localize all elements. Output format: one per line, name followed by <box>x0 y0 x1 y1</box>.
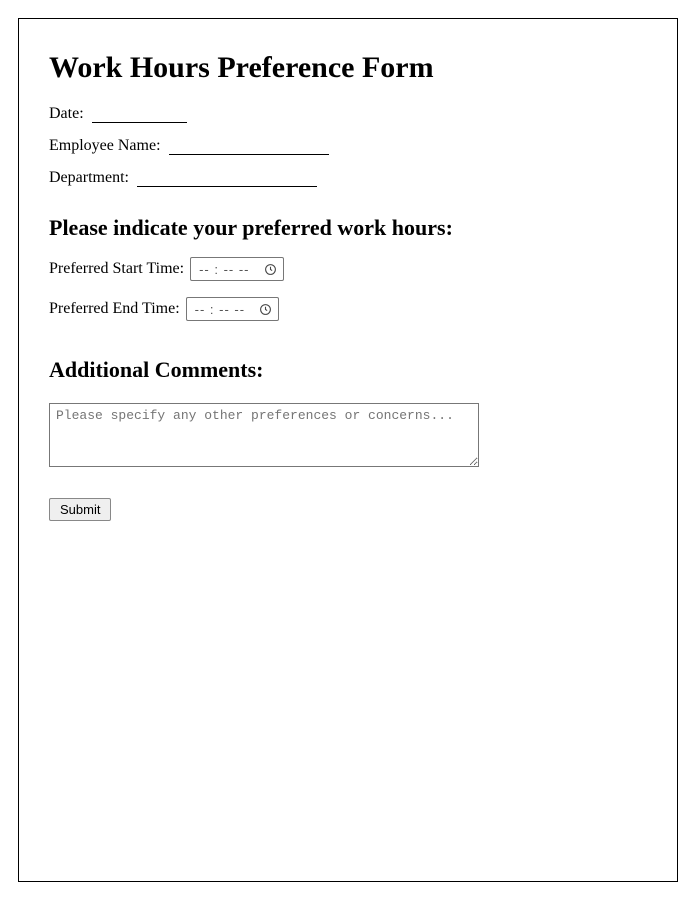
clock-icon <box>264 263 277 276</box>
name-blank-line[interactable] <box>169 137 329 155</box>
date-label: Date: <box>49 105 84 122</box>
date-blank-line[interactable] <box>92 105 187 123</box>
end-time-label: Preferred End Time: <box>49 300 180 318</box>
end-time-row: Preferred End Time: -- : -- -- <box>49 297 647 321</box>
submit-button[interactable]: Submit <box>49 498 111 521</box>
name-field-row: Employee Name: <box>49 137 647 155</box>
start-time-label: Preferred Start Time: <box>49 260 184 278</box>
dept-blank-line[interactable] <box>137 169 317 187</box>
comments-heading: Additional Comments: <box>49 357 647 383</box>
dept-label: Department: <box>49 169 129 186</box>
end-time-placeholder: -- : -- -- <box>195 302 245 317</box>
dept-field-row: Department: <box>49 169 647 187</box>
form-container: Work Hours Preference Form Date: Employe… <box>18 18 678 882</box>
date-field-row: Date: <box>49 105 647 123</box>
clock-icon <box>259 303 272 316</box>
comments-textarea[interactable] <box>49 403 479 467</box>
page-title: Work Hours Preference Form <box>49 51 647 85</box>
start-time-input[interactable]: -- : -- -- <box>190 257 283 281</box>
start-time-placeholder: -- : -- -- <box>199 262 249 277</box>
end-time-input[interactable]: -- : -- -- <box>186 297 279 321</box>
name-label: Employee Name: <box>49 137 161 154</box>
hours-heading: Please indicate your preferred work hour… <box>49 215 647 241</box>
start-time-row: Preferred Start Time: -- : -- -- <box>49 257 647 281</box>
